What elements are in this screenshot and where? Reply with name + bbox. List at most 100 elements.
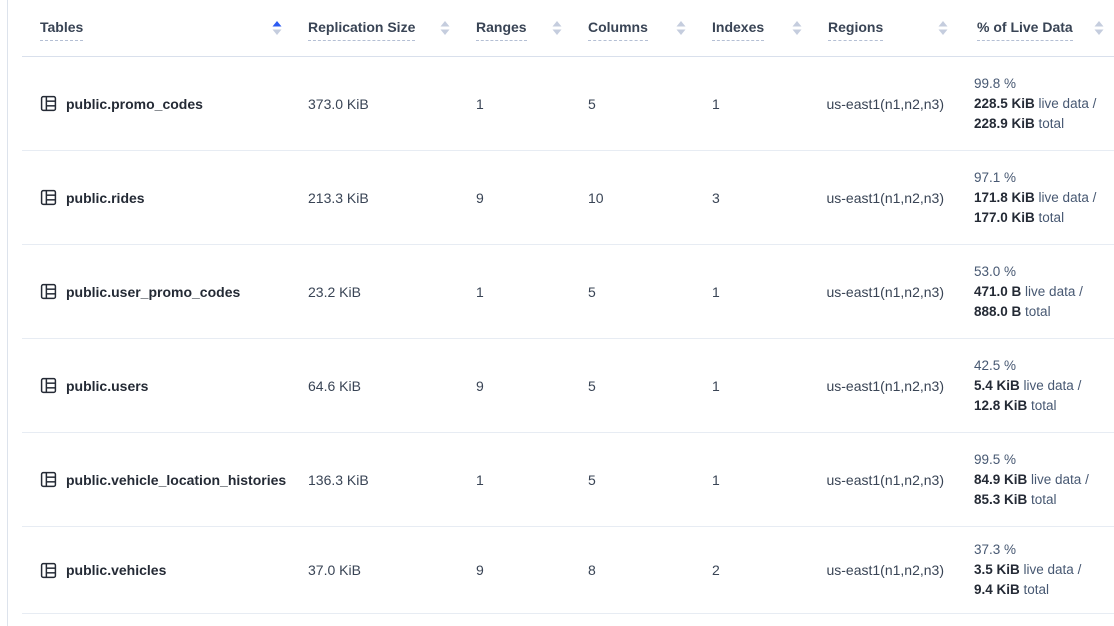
sort-icon — [1094, 21, 1104, 35]
table-name-cell: public.rides — [22, 189, 292, 206]
sort-icon — [792, 21, 802, 35]
replication-size-cell: 64.6 KiB — [292, 378, 460, 394]
column-header-live-data-label: % of Live Data — [977, 20, 1073, 41]
columns-cell: 5 — [572, 378, 696, 394]
live-data-cell: 37.3 % 3.5 KiB live data / 9.4 KiB total — [958, 540, 1114, 600]
live-data-cell: 97.1 % 171.8 KiB live data / 177.0 KiB t… — [958, 168, 1114, 228]
indexes-cell: 3 — [696, 190, 812, 206]
table-name-link[interactable]: public.promo_codes — [66, 96, 203, 112]
live-data-cell: 53.0 % 471.0 B live data / 888.0 B total — [958, 262, 1114, 322]
tables-table: Tables Replication Size Ranges Columns I… — [22, 0, 1114, 614]
live-size: 171.8 KiB — [974, 190, 1035, 205]
total-suffix: total — [1027, 398, 1056, 413]
column-header-ranges[interactable]: Ranges — [460, 0, 572, 56]
table-row[interactable]: public.rides 213.3 KiB 9 10 3 us-east1(n… — [22, 151, 1114, 245]
table-name-cell: public.vehicle_location_histories — [22, 471, 292, 488]
table-name-link[interactable]: public.rides — [66, 190, 145, 206]
live-suffix: live data / — [1020, 562, 1082, 577]
live-percent: 97.1 % — [974, 170, 1016, 185]
replication-size-cell: 23.2 KiB — [292, 284, 460, 300]
table-header-row: Tables Replication Size Ranges Columns I… — [22, 0, 1114, 57]
column-header-indexes-label: Indexes — [712, 20, 764, 41]
live-size: 5.4 KiB — [974, 378, 1020, 393]
total-size: 888.0 B — [974, 304, 1021, 319]
sort-icon — [552, 21, 562, 35]
table-name-cell: public.users — [22, 377, 292, 394]
table-row[interactable]: public.users 64.6 KiB 9 5 1 us-east1(n1,… — [22, 339, 1114, 433]
indexes-cell: 1 — [696, 472, 812, 488]
column-header-regions[interactable]: Regions — [812, 0, 958, 56]
regions-cell: us-east1(n1,n2,n3) — [812, 472, 958, 488]
table-row[interactable]: public.promo_codes 373.0 KiB 1 5 1 us-ea… — [22, 57, 1114, 151]
total-suffix: total — [1020, 582, 1049, 597]
table-name-cell: public.promo_codes — [22, 95, 292, 112]
table-name-link[interactable]: public.vehicle_location_histories — [66, 472, 286, 488]
total-suffix: total — [1035, 116, 1064, 131]
regions-cell: us-east1(n1,n2,n3) — [812, 562, 958, 578]
indexes-cell: 1 — [696, 96, 812, 112]
table-name-link[interactable]: public.users — [66, 378, 148, 394]
live-size: 471.0 B — [974, 284, 1021, 299]
tables-list-page: Tables Replication Size Ranges Columns I… — [0, 0, 1114, 626]
sort-icon — [440, 21, 450, 35]
total-size: 9.4 KiB — [974, 582, 1020, 597]
live-suffix: live data / — [1020, 378, 1082, 393]
live-percent: 53.0 % — [974, 264, 1016, 279]
total-size: 228.9 KiB — [974, 116, 1035, 131]
live-suffix: live data / — [1027, 472, 1089, 487]
live-data-cell: 42.5 % 5.4 KiB live data / 12.8 KiB tota… — [958, 356, 1114, 416]
live-data-cell: 99.5 % 84.9 KiB live data / 85.3 KiB tot… — [958, 450, 1114, 510]
table-icon — [40, 283, 57, 300]
replication-size-cell: 373.0 KiB — [292, 96, 460, 112]
table-icon — [40, 471, 57, 488]
live-percent: 99.8 % — [974, 76, 1016, 91]
indexes-cell: 1 — [696, 378, 812, 394]
live-suffix: live data / — [1035, 96, 1097, 111]
column-header-columns[interactable]: Columns — [572, 0, 696, 56]
table-row[interactable]: public.user_promo_codes 23.2 KiB 1 5 1 u… — [22, 245, 1114, 339]
regions-cell: us-east1(n1,n2,n3) — [812, 284, 958, 300]
sort-icon — [676, 21, 686, 35]
ranges-cell: 1 — [460, 472, 572, 488]
total-suffix: total — [1035, 210, 1064, 225]
sort-icon — [938, 21, 948, 35]
columns-cell: 8 — [572, 562, 696, 578]
live-percent: 37.3 % — [974, 542, 1016, 557]
table-name-cell: public.user_promo_codes — [22, 283, 292, 300]
live-size: 84.9 KiB — [974, 472, 1027, 487]
table-name-link[interactable]: public.user_promo_codes — [66, 284, 240, 300]
sort-icon — [272, 21, 282, 35]
total-suffix: total — [1027, 492, 1056, 507]
columns-cell: 5 — [572, 472, 696, 488]
ranges-cell: 9 — [460, 378, 572, 394]
table-row[interactable]: public.vehicle_location_histories 136.3 … — [22, 433, 1114, 527]
column-header-ranges-label: Ranges — [476, 20, 527, 41]
column-header-columns-label: Columns — [588, 20, 648, 41]
table-name-cell: public.vehicles — [22, 562, 292, 579]
live-percent: 42.5 % — [974, 358, 1016, 373]
column-header-replication-size-label: Replication Size — [308, 20, 415, 41]
column-header-regions-label: Regions — [828, 20, 883, 41]
column-header-replication-size[interactable]: Replication Size — [292, 0, 460, 56]
ranges-cell: 1 — [460, 96, 572, 112]
column-header-tables[interactable]: Tables — [22, 0, 292, 56]
table-body: public.promo_codes 373.0 KiB 1 5 1 us-ea… — [22, 57, 1114, 614]
column-header-indexes[interactable]: Indexes — [696, 0, 812, 56]
live-percent: 99.5 % — [974, 452, 1016, 467]
table-row[interactable]: public.vehicles 37.0 KiB 9 8 2 us-east1(… — [22, 527, 1114, 614]
regions-cell: us-east1(n1,n2,n3) — [812, 96, 958, 112]
live-suffix: live data / — [1021, 284, 1083, 299]
regions-cell: us-east1(n1,n2,n3) — [812, 378, 958, 394]
replication-size-cell: 213.3 KiB — [292, 190, 460, 206]
replication-size-cell: 136.3 KiB — [292, 472, 460, 488]
table-icon — [40, 189, 57, 206]
live-size: 228.5 KiB — [974, 96, 1035, 111]
columns-cell: 5 — [572, 284, 696, 300]
total-size: 12.8 KiB — [974, 398, 1027, 413]
live-suffix: live data / — [1035, 190, 1097, 205]
columns-cell: 5 — [572, 96, 696, 112]
table-icon — [40, 562, 57, 579]
table-name-link[interactable]: public.vehicles — [66, 562, 166, 578]
column-header-tables-label: Tables — [40, 20, 83, 41]
column-header-live-data[interactable]: % of Live Data — [958, 0, 1114, 56]
